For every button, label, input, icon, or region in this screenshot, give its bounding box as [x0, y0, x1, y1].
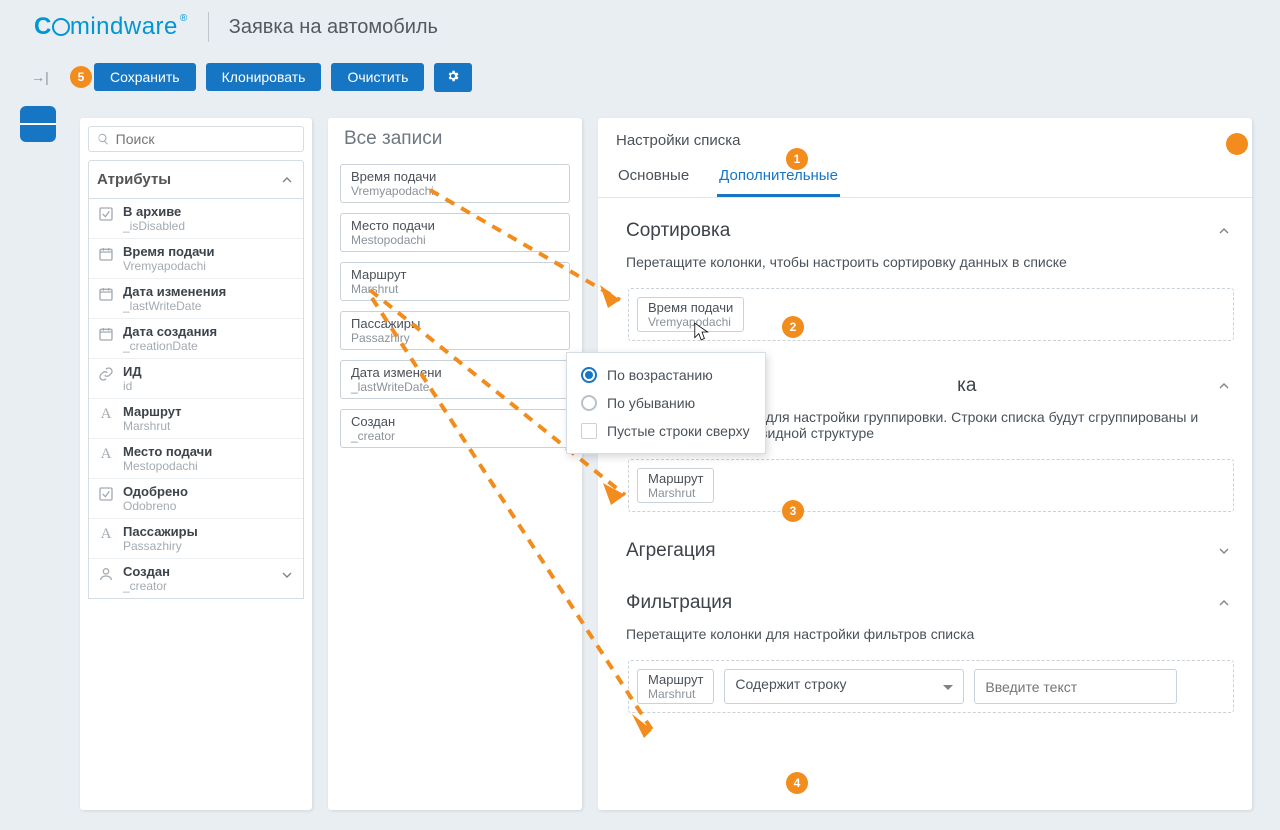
- radio-on-icon: [581, 367, 597, 383]
- filter-section-title: Фильтрация: [626, 592, 732, 614]
- tab-additional[interactable]: Дополнительные: [717, 157, 840, 197]
- attributes-accordion-header[interactable]: Атрибуты: [88, 160, 304, 199]
- radio-off-icon: [581, 395, 597, 411]
- sort-asc-option[interactable]: По возрастанию: [571, 361, 761, 389]
- filter-dropzone[interactable]: Маршрут Marshrut Содержит строку: [628, 660, 1234, 713]
- group-section-title-tail: ка: [957, 375, 976, 397]
- attribute-item[interactable]: ОдобреноOdobreno: [89, 479, 303, 519]
- sort-hint: Перетащите колонки, чтобы настроить сорт…: [598, 250, 1252, 284]
- header-bar: Cmindware® Заявка на автомобиль: [0, 0, 1280, 54]
- attribute-item[interactable]: AМаршрутMarshrut: [89, 399, 303, 439]
- list-settings-title: Настройки списка: [598, 118, 1252, 157]
- all-records-title: Все записи: [340, 118, 570, 164]
- step-badge-3: 3: [782, 500, 804, 522]
- all-records-panel: Все записи Время подачиVremyapodachi Мест…: [328, 118, 582, 810]
- aggregation-section-title: Агрегация: [626, 540, 716, 562]
- check-icon: [97, 205, 115, 223]
- sort-chip[interactable]: Время подачи Vremyapodachi: [637, 297, 744, 332]
- search-input-wrapper[interactable]: [88, 126, 304, 152]
- toolbar: →| 5 Сохранить Клонировать Очистить: [0, 54, 1280, 100]
- chevron-down-icon: [279, 567, 295, 583]
- step-badge-5: 5: [70, 66, 92, 88]
- aggregation-section-header[interactable]: Агрегация: [598, 518, 1252, 570]
- group-chip[interactable]: Маршрут Marshrut: [637, 468, 714, 503]
- column-pill[interactable]: Место подачиMestopodachi: [340, 213, 570, 252]
- header-divider: [208, 12, 209, 42]
- gear-icon: [446, 69, 460, 83]
- link-icon: [97, 365, 115, 383]
- filter-value-input[interactable]: [974, 669, 1177, 704]
- column-pill[interactable]: ПассажирыPassazhiry: [340, 311, 570, 350]
- clear-button[interactable]: Очистить: [331, 63, 424, 91]
- sort-direction-popup: По возрастанию По убыванию Пустые строки…: [566, 352, 766, 454]
- chevron-down-icon: [1216, 543, 1232, 559]
- A-icon: A: [97, 445, 115, 463]
- column-pill[interactable]: МаршрутMarshrut: [340, 262, 570, 301]
- tab-main[interactable]: Основные: [616, 157, 691, 197]
- check-icon: [97, 485, 115, 503]
- save-button[interactable]: Сохранить: [94, 63, 196, 91]
- sort-desc-option[interactable]: По убыванию: [571, 389, 761, 417]
- clone-button[interactable]: Клонировать: [206, 63, 322, 91]
- blank-rows-top-option[interactable]: Пустые строки сверху: [571, 417, 761, 445]
- attribute-item[interactable]: Создан_creator: [89, 559, 303, 598]
- sort-section-header[interactable]: Сортировка: [598, 198, 1252, 250]
- A-icon: A: [97, 525, 115, 543]
- user-icon: [97, 565, 115, 583]
- step-badge-4: 4: [786, 772, 808, 794]
- search-icon: [97, 132, 110, 146]
- cal-icon: [97, 245, 115, 263]
- attribute-item[interactable]: Дата создания_creationDate: [89, 319, 303, 359]
- sort-section-title: Сортировка: [626, 220, 730, 242]
- filter-hint: Перетащите колонки для настройки фильтро…: [598, 622, 1252, 656]
- list-settings-panel: Настройки списка Основные Дополнительные…: [598, 118, 1252, 810]
- step-badge-1: 1: [786, 148, 808, 170]
- hamburger-button[interactable]: [20, 106, 56, 142]
- collapse-sidebar-button[interactable]: →|: [28, 65, 52, 89]
- attributes-accordion-title: Атрибуты: [97, 171, 171, 188]
- attribute-item[interactable]: ИДid: [89, 359, 303, 399]
- column-pill[interactable]: Создан_creator: [340, 409, 570, 448]
- filter-section-header[interactable]: Фильтрация: [598, 570, 1252, 622]
- attributes-panel: Атрибуты В архиве_isDisabledВремя подачи…: [80, 118, 312, 810]
- settings-button[interactable]: [434, 63, 472, 92]
- sort-dropzone[interactable]: Время подачи Vremyapodachi: [628, 288, 1234, 341]
- column-pill[interactable]: Время подачиVremyapodachi: [340, 164, 570, 203]
- page-title: Заявка на автомобиль: [229, 16, 438, 39]
- attribute-item[interactable]: Дата изменения_lastWriteDate: [89, 279, 303, 319]
- A-icon: A: [97, 405, 115, 423]
- cal-icon: [97, 285, 115, 303]
- attribute-item[interactable]: AМесто подачиMestopodachi: [89, 439, 303, 479]
- chevron-up-icon: [1216, 223, 1232, 239]
- checkbox-icon: [581, 423, 597, 439]
- chevron-up-icon: [1216, 595, 1232, 611]
- attribute-item[interactable]: AПассажирыPassazhiry: [89, 519, 303, 559]
- attributes-list: В архиве_isDisabledВремя подачиVremyapod…: [88, 199, 304, 599]
- column-pill[interactable]: Дата изменени_lastWriteDate: [340, 360, 570, 399]
- filter-chip[interactable]: Маршрут Marshrut: [637, 669, 714, 704]
- chevron-up-icon: [1216, 378, 1232, 394]
- attribute-item[interactable]: Время подачиVremyapodachi: [89, 239, 303, 279]
- brand-logo: Cmindware®: [34, 13, 188, 41]
- cal-icon: [97, 325, 115, 343]
- step-badge-2: 2: [782, 316, 804, 338]
- search-input[interactable]: [116, 131, 295, 147]
- attribute-item[interactable]: В архиве_isDisabled: [89, 199, 303, 239]
- group-dropzone[interactable]: Маршрут Marshrut: [628, 459, 1234, 512]
- filter-operator-select[interactable]: Содержит строку: [724, 669, 964, 704]
- chevron-up-icon: [279, 172, 295, 188]
- settings-tabs: Основные Дополнительные: [598, 157, 1252, 198]
